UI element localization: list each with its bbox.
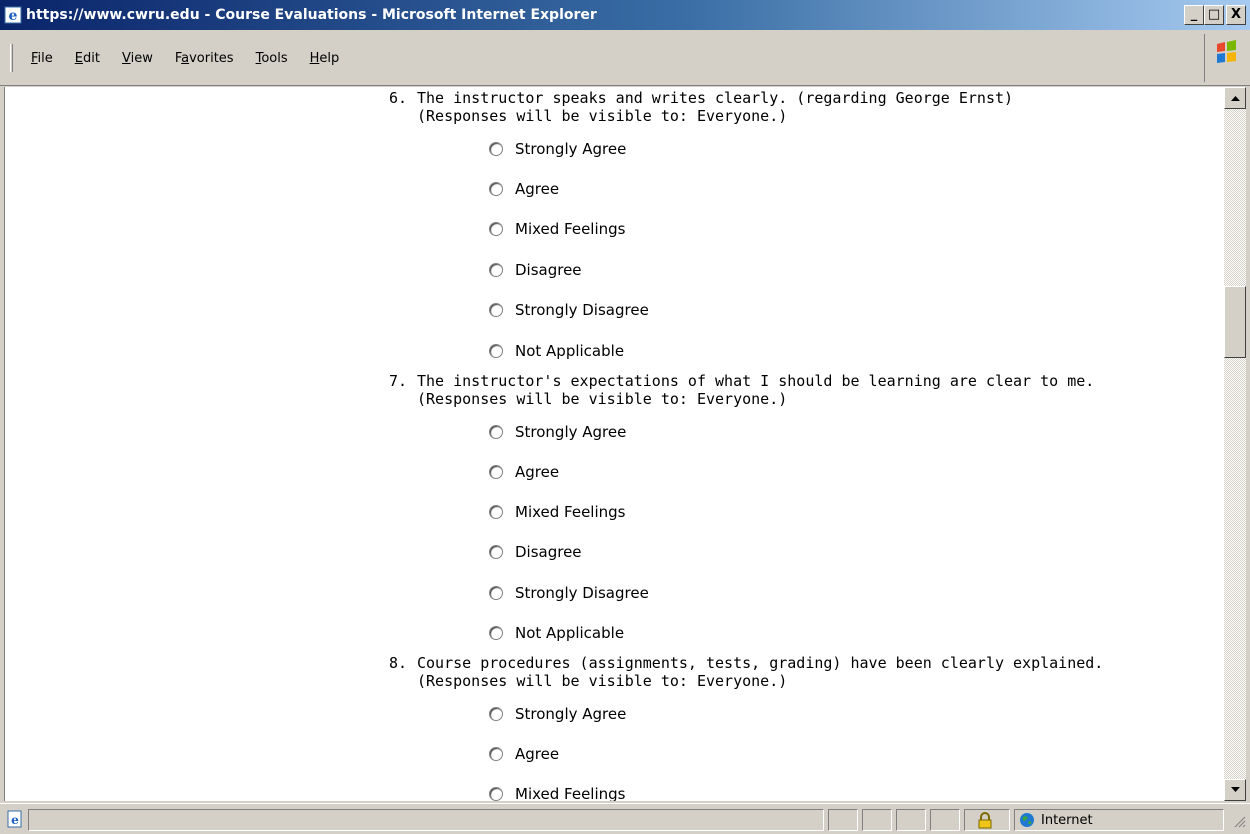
option-q8-agree[interactable]: Agree	[489, 744, 559, 764]
security-panel[interactable]	[964, 809, 1010, 831]
radio-button[interactable]	[489, 465, 503, 479]
visibility-note: (Responses will be visible to: Everyone.…	[417, 672, 788, 690]
resize-grip[interactable]	[1234, 813, 1246, 832]
radio-button[interactable]	[489, 263, 503, 277]
radio-button[interactable]	[489, 545, 503, 559]
close-button[interactable]: X	[1226, 5, 1246, 25]
toolbar-grip[interactable]	[10, 44, 13, 72]
radio-button[interactable]	[489, 425, 503, 439]
radio-button[interactable]	[489, 626, 503, 640]
scroll-up-button[interactable]	[1224, 87, 1246, 109]
menu-view[interactable]: View	[122, 51, 153, 66]
option-label: Strongly Agree	[515, 140, 627, 158]
menu-bar: File Edit View Favorites Tools Help	[0, 30, 1250, 86]
option-label: Disagree	[515, 261, 582, 279]
radio-button[interactable]	[489, 586, 503, 600]
option-label: Mixed Feelings	[515, 503, 626, 521]
option-label: Mixed Feelings	[515, 785, 626, 801]
svg-text:e: e	[11, 813, 19, 827]
option-q6-agree[interactable]: Agree	[489, 179, 559, 199]
page-content[interactable]: 6. The instructor speaks and writes clea…	[4, 87, 1224, 801]
option-q8-mixed-feelings[interactable]: Mixed Feelings	[489, 784, 626, 801]
zone-panel[interactable]: Internet	[1014, 809, 1224, 831]
status-panel	[862, 809, 892, 831]
visibility-note: (Responses will be visible to: Everyone.…	[417, 107, 788, 125]
menu-tools[interactable]: Tools	[256, 51, 288, 66]
windows-logo	[1204, 34, 1246, 82]
radio-button[interactable]	[489, 707, 503, 721]
title-bar[interactable]: e https://www.cwru.edu - Course Evaluati…	[0, 0, 1250, 30]
radio-button[interactable]	[489, 505, 503, 519]
maximize-button[interactable]: □	[1204, 5, 1224, 25]
svg-text:e: e	[9, 8, 18, 24]
option-q7-mixed-feelings[interactable]: Mixed Feelings	[489, 502, 626, 522]
option-label: Mixed Feelings	[515, 220, 626, 238]
status-panel	[896, 809, 926, 831]
ie-page-icon: e	[6, 810, 24, 832]
option-label: Agree	[515, 463, 560, 481]
menu-help[interactable]: Help	[310, 51, 340, 66]
arrow-up-icon	[1230, 96, 1240, 101]
question-prompt: The instructor's expectations of what I …	[417, 372, 1095, 390]
radio-button[interactable]	[489, 303, 503, 317]
option-label: Strongly Disagree	[515, 301, 649, 319]
option-q6-mixed-feelings[interactable]: Mixed Feelings	[489, 219, 626, 239]
radio-button[interactable]	[489, 182, 503, 196]
option-q6-strongly-agree[interactable]: Strongly Agree	[489, 139, 626, 159]
option-label: Not Applicable	[515, 342, 625, 360]
question-prompt: Course procedures (assignments, tests, g…	[417, 654, 1104, 672]
option-q7-not-applicable[interactable]: Not Applicable	[489, 623, 624, 643]
lock-icon	[978, 812, 992, 829]
vertical-scrollbar[interactable]	[1224, 87, 1246, 801]
menu-favorites[interactable]: Favorites	[175, 51, 234, 66]
zone-label: Internet	[1041, 812, 1093, 828]
question-text: Course procedures (assignments, tests, g…	[417, 654, 1103, 690]
status-bar: e Internet	[0, 803, 1250, 834]
option-label: Strongly Agree	[515, 423, 627, 441]
option-q7-agree[interactable]: Agree	[489, 462, 559, 482]
question-number: 8.	[389, 654, 408, 672]
option-label: Not Applicable	[515, 624, 625, 642]
option-label: Strongly Disagree	[515, 584, 649, 602]
scroll-down-button[interactable]	[1224, 779, 1246, 801]
option-q7-disagree[interactable]: Disagree	[489, 542, 582, 562]
menu-edit[interactable]: Edit	[75, 51, 100, 66]
status-panel	[828, 809, 858, 831]
option-q7-strongly-disagree[interactable]: Strongly Disagree	[489, 583, 649, 603]
option-q6-disagree[interactable]: Disagree	[489, 260, 582, 280]
option-label: Agree	[515, 180, 560, 198]
option-label: Agree	[515, 745, 560, 763]
visibility-note: (Responses will be visible to: Everyone.…	[417, 390, 788, 408]
option-label: Disagree	[515, 543, 582, 561]
radio-button[interactable]	[489, 142, 503, 156]
status-text-panel	[28, 809, 824, 831]
question-prompt: The instructor speaks and writes clearly…	[417, 89, 1014, 107]
option-label: Strongly Agree	[515, 705, 627, 723]
option-q8-strongly-agree[interactable]: Strongly Agree	[489, 704, 626, 724]
question-number: 6.	[389, 89, 408, 107]
question-number: 7.	[389, 372, 408, 390]
status-panel	[930, 809, 960, 831]
menu-file[interactable]: File	[31, 51, 53, 66]
radio-button[interactable]	[489, 747, 503, 761]
option-q6-not-applicable[interactable]: Not Applicable	[489, 341, 624, 361]
radio-button[interactable]	[489, 344, 503, 358]
radio-button[interactable]	[489, 787, 503, 801]
question-text: The instructor's expectations of what I …	[417, 372, 1094, 408]
window-title: https://www.cwru.edu - Course Evaluation…	[26, 7, 597, 23]
question-text: The instructor speaks and writes clearly…	[417, 89, 1013, 125]
option-q7-strongly-agree[interactable]: Strongly Agree	[489, 422, 626, 442]
radio-button[interactable]	[489, 222, 503, 236]
minimize-button[interactable]: _	[1184, 5, 1204, 25]
arrow-down-icon	[1230, 787, 1240, 792]
globe-icon	[1020, 813, 1034, 827]
scroll-thumb[interactable]	[1224, 286, 1246, 358]
option-q6-strongly-disagree[interactable]: Strongly Disagree	[489, 300, 649, 320]
ie-icon[interactable]: e	[4, 6, 22, 24]
